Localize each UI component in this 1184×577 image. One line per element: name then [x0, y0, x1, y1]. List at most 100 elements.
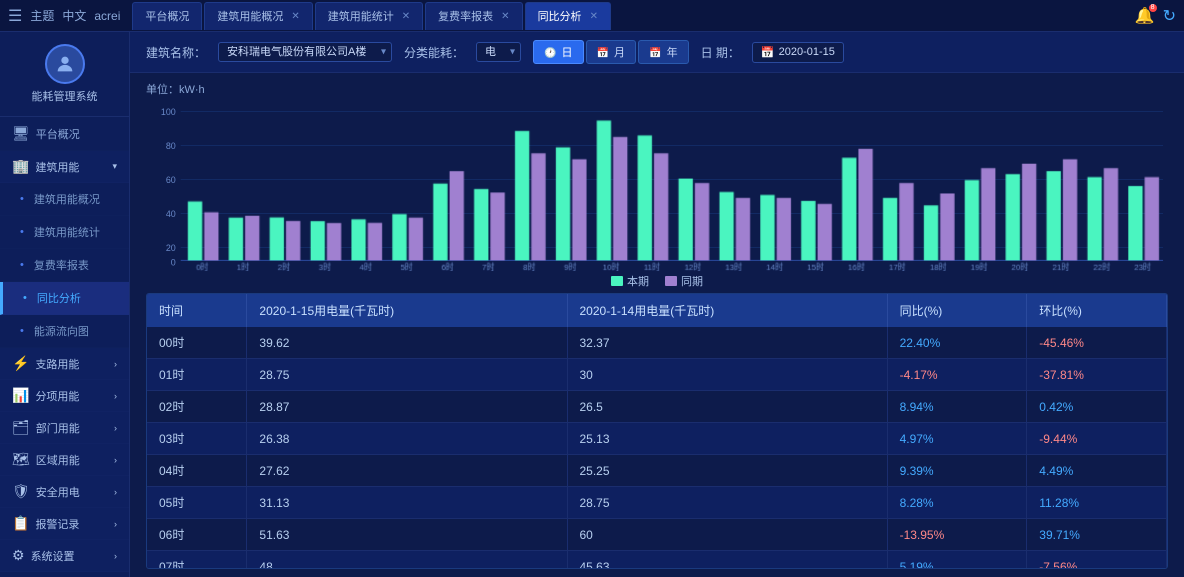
col-prev: 2020-1-14用电量(千瓦时)	[567, 294, 887, 327]
cell-time: 00时	[147, 327, 247, 359]
cell-cur: 51.63	[247, 519, 567, 551]
section-label: 区域用能	[36, 452, 80, 468]
building-icon: 🏢	[12, 158, 29, 175]
date-btn-year[interactable]: 📅 年	[638, 40, 689, 64]
table-row: 04时 27.62 25.25 9.39% 4.49%	[147, 455, 1167, 487]
unit-label: 单位：kW·h	[146, 81, 1168, 97]
legend-color-current	[611, 276, 623, 286]
building-select[interactable]: 安科瑞电气股份有限公司A楼	[218, 42, 392, 62]
chevron-right-icon: ›	[114, 487, 117, 497]
cell-mom: -45.46%	[1027, 327, 1167, 359]
date-btn-day[interactable]: 🕐 日	[533, 40, 584, 64]
notification-bell[interactable]: 🔔 8	[1135, 6, 1155, 26]
item-icon: 📊	[12, 387, 29, 404]
sidebar-item-yoy[interactable]: • 同比分析	[0, 282, 129, 315]
zone-icon: 🗺	[12, 451, 30, 468]
top-nav: ☰ 主题 中文 acrei 平台概况 建筑用能概况 ✕ 建筑用能统计 ✕ 复费率…	[0, 0, 1184, 32]
sidebar-menu: 🖥 平台概况 🏢 建筑用能 ▾ • 建筑用能概况 • 建筑用能统计 • 复费率报…	[0, 117, 129, 577]
tab-building-stats[interactable]: 建筑用能统计 ✕	[315, 2, 423, 30]
lang-label[interactable]: 中文	[62, 7, 86, 24]
sidebar-section-safety[interactable]: 🛡 安全用电 ›	[0, 476, 129, 508]
sidebar-item-energy-flow[interactable]: • 能源流向图	[0, 315, 129, 348]
chart-container: 100 80 60 40 20 0	[146, 101, 1168, 271]
dot-icon: •	[20, 259, 24, 271]
chart-legend: 本期 同期	[146, 273, 1168, 289]
tab-rate-report[interactable]: 复费率报表 ✕	[425, 2, 522, 30]
sidebar-section-alarm[interactable]: 📋 报警记录 ›	[0, 508, 129, 540]
sub-label: 复费率报表	[34, 257, 89, 273]
sidebar-section-dept[interactable]: 🗂 部门用能 ›	[0, 412, 129, 444]
tab-close-1[interactable]: ✕	[291, 11, 299, 22]
category-select[interactable]: 电	[476, 42, 521, 62]
legend-color-previous	[665, 276, 677, 286]
date-picker[interactable]: 📅 2020-01-15	[752, 42, 844, 63]
chevron-right-icon: ›	[114, 423, 117, 433]
cell-mom: 11.28%	[1027, 487, 1167, 519]
cell-prev: 25.25	[567, 455, 887, 487]
dot-icon: •	[20, 193, 24, 205]
sidebar-section-settings[interactable]: ⚙ 系统设置 ›	[0, 540, 129, 572]
chevron-right-icon: ›	[114, 391, 117, 401]
legend-label-current: 本期	[627, 273, 649, 289]
cell-yoy: 8.94%	[887, 391, 1027, 423]
cell-cur: 28.87	[247, 391, 567, 423]
cell-yoy: -13.95%	[887, 519, 1027, 551]
cell-mom: -9.44%	[1027, 423, 1167, 455]
section-label: 建筑用能	[35, 159, 79, 175]
cell-time: 04时	[147, 455, 247, 487]
cell-cur: 28.75	[247, 359, 567, 391]
sidebar-section-zone[interactable]: 🗺 区域用能 ›	[0, 444, 129, 476]
cell-cur: 31.13	[247, 487, 567, 519]
tab-close-4[interactable]: ✕	[590, 11, 598, 22]
main-content: 建筑名称： 安科瑞电气股份有限公司A楼 分类能耗： 电 🕐 日 📅 月	[130, 32, 1184, 577]
platform-icon: 🖥	[12, 125, 30, 142]
tab-yoy-analysis[interactable]: 同比分析 ✕	[525, 2, 611, 30]
category-label: 分类能耗：	[404, 44, 464, 61]
sidebar-item-platform[interactable]: 🖥 平台概况	[0, 117, 129, 151]
dot-icon: •	[23, 292, 27, 304]
nav-right: 🔔 8 ↻	[1135, 6, 1176, 26]
tab-close-2[interactable]: ✕	[402, 11, 410, 22]
chevron-right-icon: ›	[114, 519, 117, 529]
cell-prev: 26.5	[567, 391, 887, 423]
data-table-container: 时间 2020-1-15用电量(千瓦时) 2020-1-14用电量(千瓦时) 同…	[146, 293, 1168, 569]
tab-building-overview[interactable]: 建筑用能概况 ✕	[204, 2, 312, 30]
cell-yoy: 4.97%	[887, 423, 1027, 455]
tab-close-3[interactable]: ✕	[501, 11, 509, 22]
section-label: 分项用能	[35, 388, 79, 404]
cell-time: 07时	[147, 551, 247, 570]
legend-previous: 同期	[665, 273, 703, 289]
menu-icon[interactable]: ☰	[8, 6, 22, 26]
sidebar-item-rate-report[interactable]: • 复费率报表	[0, 249, 129, 282]
table-row: 05时 31.13 28.75 8.28% 11.28%	[147, 487, 1167, 519]
sidebar: 能耗管理系统 🖥 平台概况 🏢 建筑用能 ▾ • 建筑用能概况 • 建筑用能统计…	[0, 32, 130, 577]
sidebar-item-building-overview[interactable]: • 建筑用能概况	[0, 183, 129, 216]
refresh-icon[interactable]: ↻	[1163, 6, 1176, 26]
section-label: 部门用能	[36, 420, 80, 436]
notification-badge: 8	[1149, 4, 1157, 12]
tab-bar: 平台概况 建筑用能概况 ✕ 建筑用能统计 ✕ 复费率报表 ✕ 同比分析 ✕	[132, 2, 1134, 30]
user-label[interactable]: acrei	[94, 9, 120, 23]
col-mom: 环比(%)	[1027, 294, 1167, 327]
cell-cur: 27.62	[247, 455, 567, 487]
cell-mom: 4.49%	[1027, 455, 1167, 487]
table-row: 03时 26.38 25.13 4.97% -9.44%	[147, 423, 1167, 455]
sidebar-section-item[interactable]: 📊 分项用能 ›	[0, 380, 129, 412]
sidebar-section-building[interactable]: 🏢 建筑用能 ▾	[0, 151, 129, 183]
sidebar-item-building-stats[interactable]: • 建筑用能统计	[0, 216, 129, 249]
cell-mom: -37.81%	[1027, 359, 1167, 391]
user-icon	[54, 53, 76, 75]
chevron-right-icon: ›	[114, 551, 117, 561]
cell-yoy: 5.19%	[887, 551, 1027, 570]
branch-icon: ⚡	[12, 355, 29, 372]
cell-prev: 28.75	[567, 487, 887, 519]
section-label: 系统设置	[31, 548, 75, 564]
cell-prev: 30	[567, 359, 887, 391]
chart-area: 单位：kW·h 100 80 60 40 20 0	[130, 73, 1184, 293]
cell-cur: 39.62	[247, 327, 567, 359]
tab-platform[interactable]: 平台概况	[132, 2, 202, 30]
cell-prev: 45.63	[567, 551, 887, 570]
sidebar-section-branch[interactable]: ⚡ 支路用能 ›	[0, 348, 129, 380]
building-label: 建筑名称：	[146, 44, 206, 61]
date-btn-month[interactable]: 📅 月	[586, 40, 637, 64]
